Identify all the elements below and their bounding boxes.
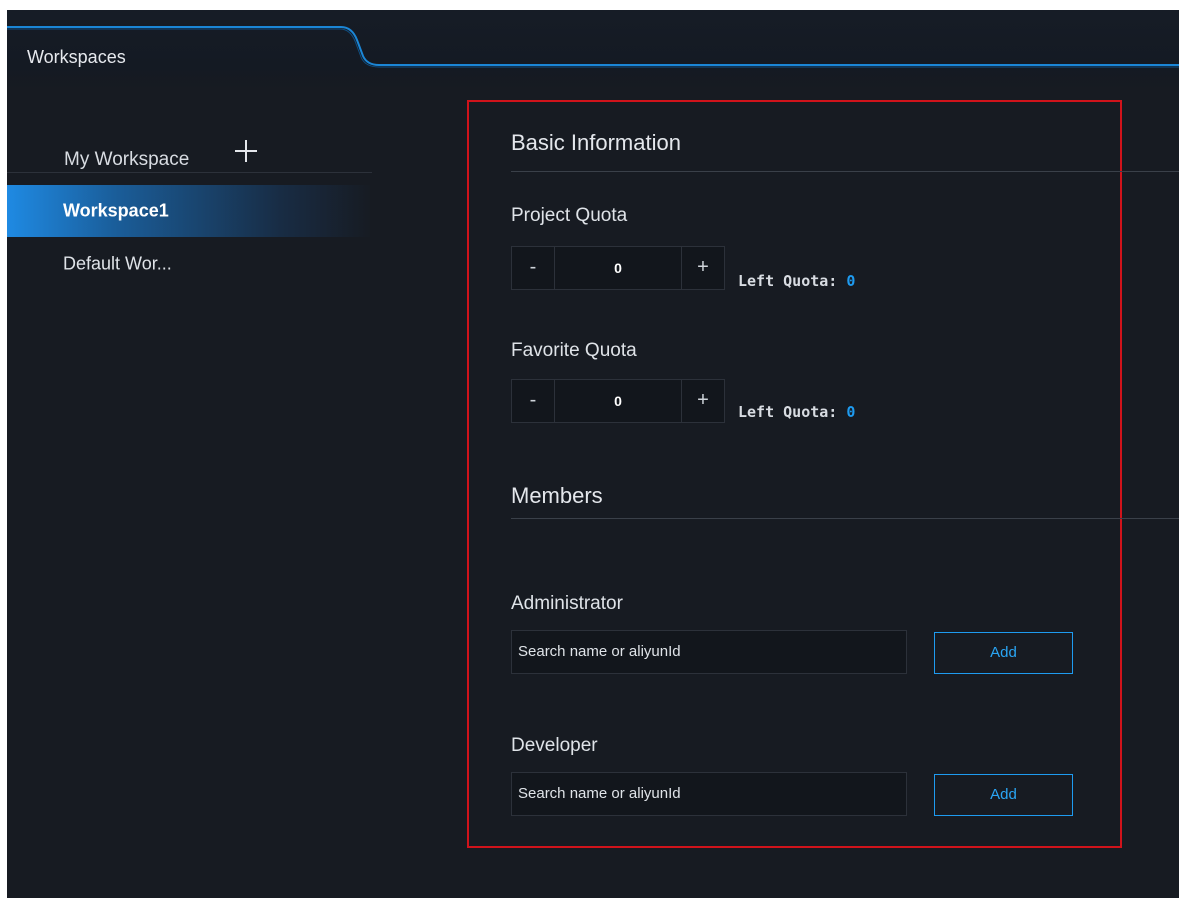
project-quota-increment-button[interactable]: + (681, 247, 724, 289)
basic-information-divider (511, 171, 1179, 172)
sidebar-item-label: Workspace1 (63, 200, 169, 221)
top-tab-bar: Workspaces (7, 10, 1179, 90)
developer-search-input[interactable]: Search name or aliyunId (511, 772, 907, 816)
tab-workspaces[interactable]: Workspaces (27, 47, 126, 68)
developer-label: Developer (511, 735, 598, 756)
workspace-settings-window: Workspaces My Workspace Workspace1 Defau… (7, 10, 1179, 898)
favorite-quota-increment-button[interactable]: + (681, 380, 724, 422)
left-quota-label: Left Quota: (738, 272, 838, 290)
favorite-left-quota: Left Quota: 0 (738, 403, 855, 421)
add-workspace-icon[interactable] (235, 140, 257, 162)
favorite-quota-value[interactable]: 0 (555, 380, 681, 422)
members-heading: Members (511, 483, 603, 508)
favorite-quota-decrement-button[interactable]: - (512, 380, 555, 422)
basic-information-heading: Basic Information (511, 130, 681, 155)
sidebar: My Workspace Workspace1 Default Wor... (7, 90, 379, 898)
developer-add-button[interactable]: Add (934, 774, 1073, 816)
favorite-quota-stepper: - 0 + (511, 379, 725, 423)
tab-outline (7, 26, 1179, 68)
sidebar-title: My Workspace (64, 149, 190, 170)
left-quota-value: 0 (846, 272, 856, 290)
favorite-quota-label: Favorite Quota (511, 340, 637, 361)
project-left-quota: Left Quota: 0 (738, 272, 855, 290)
sidebar-item-default-workspace[interactable]: Default Wor... (7, 238, 372, 290)
sidebar-header: My Workspace (7, 120, 372, 173)
administrator-label: Administrator (511, 593, 623, 614)
members-divider (511, 518, 1179, 519)
project-quota-value[interactable]: 0 (555, 247, 681, 289)
sidebar-item-label: Default Wor... (63, 253, 172, 274)
left-quota-label: Left Quota: (738, 403, 838, 421)
project-quota-decrement-button[interactable]: - (512, 247, 555, 289)
administrator-add-button[interactable]: Add (934, 632, 1073, 674)
project-quota-label: Project Quota (511, 205, 628, 226)
administrator-search-input[interactable]: Search name or aliyunId (511, 630, 907, 674)
project-quota-stepper: - 0 + (511, 246, 725, 290)
left-quota-value: 0 (846, 403, 856, 421)
sidebar-item-workspace1[interactable]: Workspace1 (7, 185, 372, 237)
